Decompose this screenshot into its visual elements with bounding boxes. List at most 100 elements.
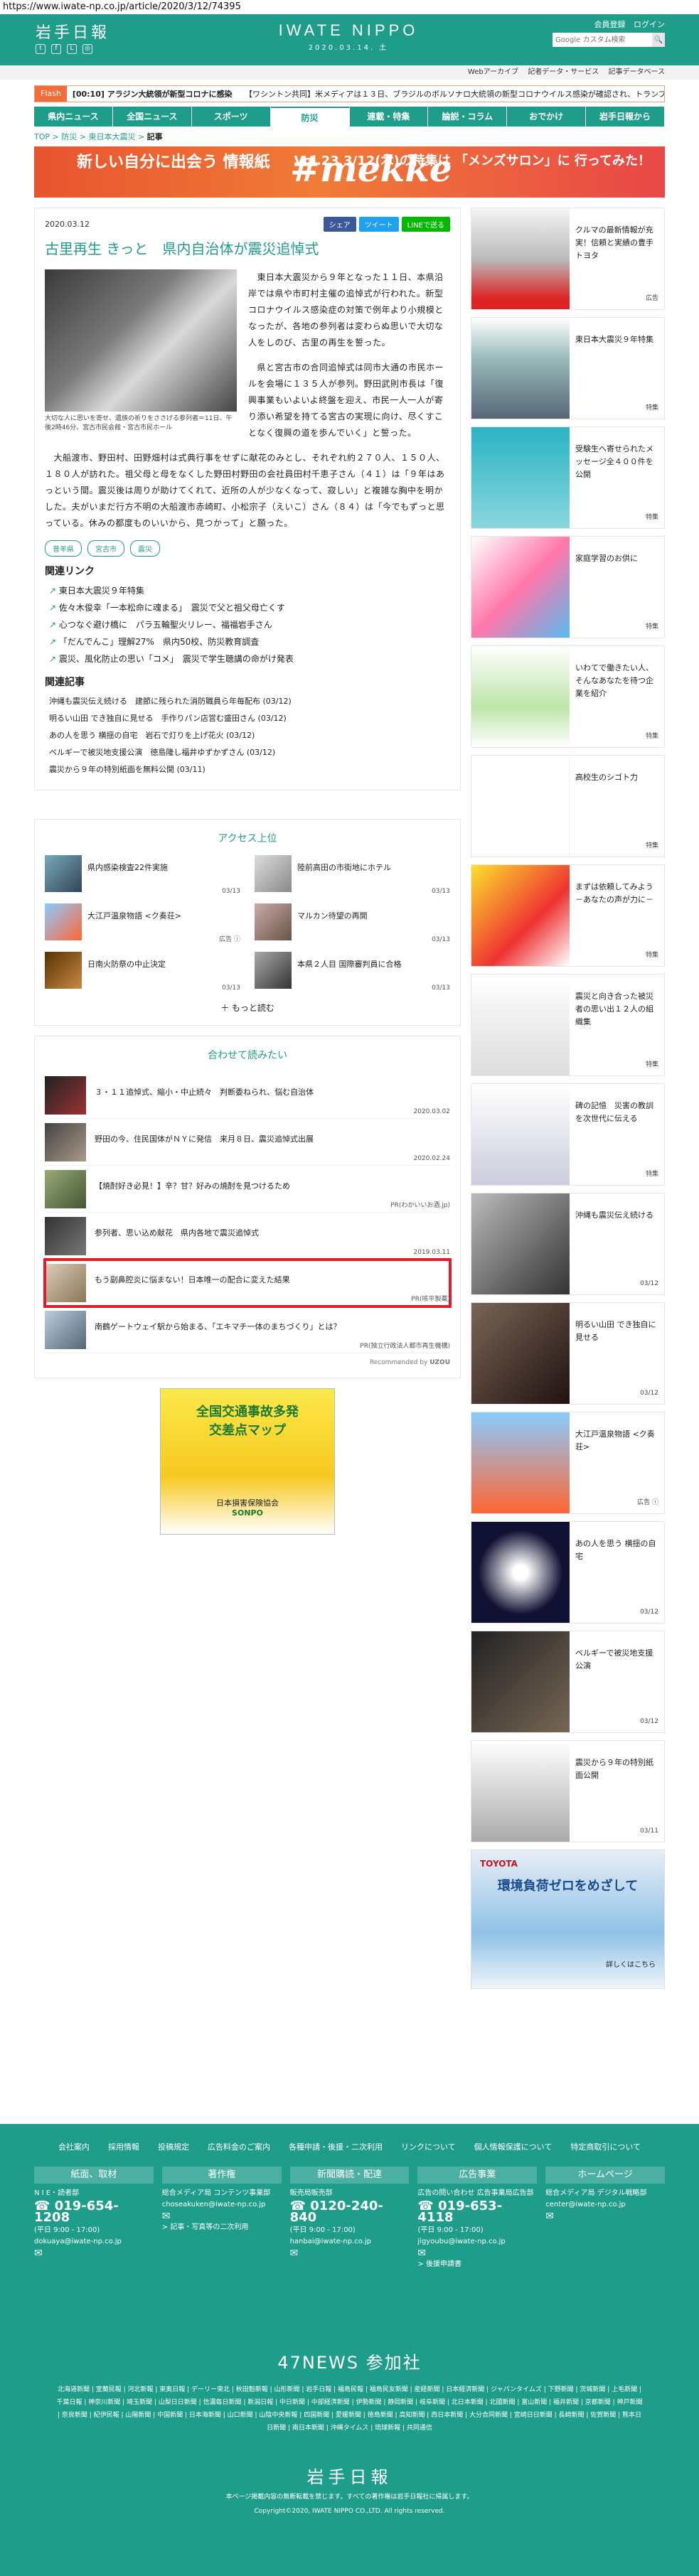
- recommend-item[interactable]: 参列者、思い込め献花 県内各地で震災追悼式 2019.03.11: [45, 1213, 450, 1260]
- related-article[interactable]: あの人を思う 横揺の自宅 岩石で灯りを上げ花火 (03/12): [45, 727, 450, 744]
- mail-icon[interactable]: ✉: [290, 2248, 410, 2259]
- recommend-item[interactable]: 南鶴ゲートウェイ駅から始まる、「エキマチ一体のまちづくり」とは？ PR(独立行政法…: [45, 1306, 450, 1353]
- sidebar-item[interactable]: いわてで働きたい人、そんなあなたを待つ企業を紹介 特集: [471, 645, 665, 748]
- site-logo[interactable]: IWATE NIPPO 2020.03.14. 土: [277, 21, 420, 52]
- breadcrumb-disaster[interactable]: 防災: [61, 132, 77, 141]
- url-bar[interactable]: https://www.iwate-np.co.jp/article/2020/…: [0, 0, 699, 14]
- nav-series[interactable]: 連載・特集: [350, 107, 429, 127]
- sidebar-item[interactable]: まずは依頼してみよう－あなたの声が力に－ 特集: [471, 864, 665, 967]
- more-button[interactable]: ＋ もっと読む: [45, 1002, 450, 1014]
- sidebar-item[interactable]: 大江戸温泉物語 <ク奏荘> 広告 ⓘ: [471, 1412, 665, 1514]
- nav-editorial[interactable]: 論説・コラム: [428, 107, 508, 127]
- footer-brand-logo[interactable]: 岩手日報: [34, 2463, 665, 2488]
- search-input[interactable]: [553, 33, 652, 47]
- traffic-map-ad[interactable]: 全国交通事故多発 交差点マップ 日本損害保険協会 SONPO: [160, 1388, 335, 1535]
- login-link[interactable]: ログイン: [634, 20, 665, 29]
- related-article[interactable]: 沖縄も震災伝え続ける 建節に残られた消防職員ら年毎配布 (03/12): [45, 693, 450, 710]
- footer-link[interactable]: 会社案内: [58, 2141, 90, 2152]
- tag-link[interactable]: 普羊県: [45, 540, 82, 557]
- sidebar-item[interactable]: 碑の記憶 災害の教訓を次世代に伝える 特集: [471, 1083, 665, 1186]
- footer-link[interactable]: 採用情報: [108, 2141, 139, 2152]
- sidebar-item[interactable]: あの人を思う 横揺の自宅 03/12: [471, 1521, 665, 1624]
- ranking-item[interactable]: 県内感染検査22件実施 03/13: [45, 855, 240, 895]
- brand-logo[interactable]: 岩手日報: [36, 20, 110, 43]
- sponsorship-link[interactable]: > 後援申請書: [417, 2259, 537, 2270]
- nav-disaster-prevention[interactable]: 防災: [270, 107, 350, 127]
- phone-number[interactable]: ☎ 019-653-4118: [417, 2200, 537, 2224]
- mekke-banner-ad[interactable]: 新しい自分に出会う 情報紙 #mekke Vol.23 3/12(木)の特集は …: [34, 146, 665, 198]
- article-photo[interactable]: [45, 269, 237, 412]
- footer-link[interactable]: 各種申請・後援・二次利用: [289, 2141, 383, 2152]
- toyota-ad[interactable]: TOYOTA 環境負荷ゼロをめざして 詳しくはこちら: [471, 1850, 665, 1989]
- sidebar-item[interactable]: 家庭学習のお供に 特集: [471, 536, 665, 638]
- phone-number[interactable]: ☎ 019-654-1208: [34, 2200, 154, 2224]
- breadcrumb-top[interactable]: TOP: [34, 132, 50, 141]
- email-link[interactable]: hanbai@iwate-np.co.jp: [290, 2236, 410, 2248]
- mail-icon[interactable]: ✉: [417, 2248, 537, 2259]
- nav-sports[interactable]: スポーツ: [192, 107, 271, 127]
- related-link[interactable]: 心つなぐ避け橋に パラ五輪聖火リレー、福福岩手さん: [45, 616, 450, 633]
- facebook-share-button[interactable]: シェア: [323, 217, 356, 232]
- ranking-item[interactable]: 陸前高田の市街地にホテル 03/13: [255, 855, 450, 895]
- related-link[interactable]: 佐々木俊幸「一本松命に魂まる」 震災で父と祖父母亡くす: [45, 599, 450, 616]
- related-link[interactable]: 震災、風化防止の思い「コメ」 震災で学生聴講の命がけ発表: [45, 650, 450, 667]
- nav-prefecture-news[interactable]: 県内ニュース: [34, 107, 113, 127]
- line-share-button[interactable]: LINEで送る: [401, 217, 450, 232]
- email-link[interactable]: jigyoubu@iwate-np.co.jp: [417, 2236, 537, 2248]
- tag-link[interactable]: 宮古市: [87, 540, 124, 557]
- sidebar-item[interactable]: ベルギーで被災地支援公演 03/12: [471, 1631, 665, 1733]
- footer-link[interactable]: リンクについて: [401, 2141, 456, 2152]
- related-article[interactable]: 明るい山田 でき独自に見せる 手作りパン店営む盛田さん (03/12): [45, 710, 450, 727]
- instagram-icon[interactable]: ◎: [82, 44, 92, 54]
- recommend-item[interactable]: 野田の今、住民国体がＮＹに発信 来月８日、震災追悼式出展 2020.02.24: [45, 1119, 450, 1166]
- related-article[interactable]: ベルギーで被災地支援公演 徳島隆し福井ゆずかずさん (03/12): [45, 744, 450, 761]
- sidebar-item[interactable]: クルマの最新情報が充実！信頼と実績の豊手トヨタ 広告: [471, 208, 665, 310]
- line-icon[interactable]: L: [67, 44, 77, 54]
- related-article[interactable]: 震災から９年の特別紙面を無料公開 (03/11): [45, 761, 450, 778]
- recommend-item[interactable]: 【焼酎好き必見！】辛？甘？好みの焼酎を見つけるため PR(わかいいお酒.jp): [45, 1166, 450, 1213]
- nav-national-news[interactable]: 全国ニュース: [113, 107, 192, 127]
- footer-link[interactable]: 個人情報保護について: [474, 2141, 553, 2152]
- 47news-member-papers[interactable]: 北海道新聞 | 室蘭民報 | 河北新報 | 東奥日報 | デーリー東北 | 秋田…: [34, 2383, 665, 2435]
- recommend-item-highlighted[interactable]: もう副鼻腔炎に悩まない！日本唯一の配合に変えた結果 PR(咳平製薬): [43, 1258, 452, 1308]
- phone-number[interactable]: ☎ 0120-240-840: [290, 2200, 410, 2224]
- tag-link[interactable]: 震災: [130, 540, 160, 557]
- twitter-icon[interactable]: t: [36, 44, 46, 54]
- footer-link[interactable]: 特定商取引について: [570, 2141, 641, 2152]
- mail-icon[interactable]: ✉: [545, 2211, 665, 2222]
- ranking-item[interactable]: 日南火防祭の中止決定 03/13: [45, 952, 240, 992]
- email-link[interactable]: center@iwate-np.co.jp: [545, 2199, 665, 2211]
- sidebar-item[interactable]: 沖縄も震災伝え続ける 03/12: [471, 1193, 665, 1295]
- sub-link-data-service[interactable]: 記者データ・サービス: [528, 68, 599, 76]
- related-link[interactable]: 東日本大震災９年特集: [45, 582, 450, 599]
- secondary-use-link[interactable]: > 記事・写真等の二次利用: [162, 2222, 282, 2233]
- sidebar-item[interactable]: 明るい山田 でき独自に見せる 03/12: [471, 1302, 665, 1405]
- mail-icon[interactable]: ✉: [162, 2211, 282, 2222]
- email-link[interactable]: dokuaya@iwate-np.co.jp: [34, 2236, 154, 2248]
- ranking-item[interactable]: 本県２人目 国際審判員に合格 03/13: [255, 952, 450, 992]
- sub-link-archive[interactable]: Webアーカイブ: [468, 68, 518, 76]
- sidebar-item[interactable]: 震災から９年の特別紙面公開 03/11: [471, 1740, 665, 1842]
- details-link[interactable]: 詳しくはこちら: [480, 1958, 656, 1969]
- facebook-icon[interactable]: f: [51, 44, 61, 54]
- sidebar-item[interactable]: 受験生へ寄せられたメッセージ全４００件を公開 特集: [471, 426, 665, 529]
- nav-from-iwate-nippo[interactable]: 岩手日報から: [586, 107, 665, 127]
- nav-outing[interactable]: おでかけ: [507, 107, 587, 127]
- recommend-item[interactable]: ３・１１追悼式、縮小・中止続々 判断委ねられ、悩む自治体 2020.03.02: [45, 1072, 450, 1119]
- search-icon[interactable]: 🔍: [652, 33, 665, 47]
- email-link[interactable]: choseakuken@iwate-np.co.jp: [162, 2199, 282, 2211]
- ranking-item[interactable]: 大江戸温泉物語 <ク奏荘> 広告 ⓘ: [45, 903, 240, 943]
- tweet-button[interactable]: ツイート: [358, 217, 399, 232]
- ranking-item[interactable]: マルカン待望の再開 03/13: [255, 903, 450, 943]
- member-register-link[interactable]: 会員登録: [594, 20, 626, 29]
- sidebar-item[interactable]: 高校生のシゴト力 特集: [471, 755, 665, 857]
- related-link[interactable]: 「だんでんこ」理解27% 県内50校、防災教育調査: [45, 633, 450, 650]
- sidebar-item[interactable]: 東日本大震災９年特集 特集: [471, 317, 665, 419]
- sidebar-item[interactable]: 震災と向き合った被災者の思い出１２人の組織集 特集: [471, 974, 665, 1076]
- uzou-logo[interactable]: UZOU: [429, 1359, 450, 1366]
- sub-link-database[interactable]: 記事データベース: [609, 68, 666, 76]
- flash-item[interactable]: 【ワシントン共同】米メディアは１３日、ブラジルのボルソナロ大統領の新型コロナウイ…: [245, 90, 664, 99]
- flash-item[interactable]: [00:10] アラジン大統領が新型コロナに感染: [73, 90, 233, 99]
- footer-link[interactable]: 投稿規定: [158, 2141, 189, 2152]
- mail-icon[interactable]: ✉: [34, 2248, 154, 2259]
